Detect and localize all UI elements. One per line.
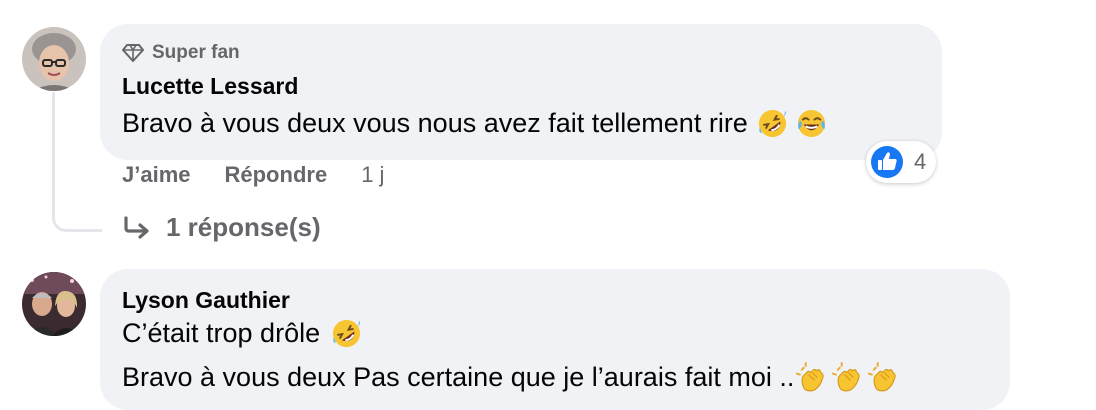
- thread-line-curve: [52, 196, 102, 232]
- comment-actions: J’aime Répondre 1 j: [122, 162, 384, 188]
- reaction-summary[interactable]: 4: [866, 141, 937, 183]
- comment-text-line: Bravo à vous deux vous nous avez fait te…: [122, 108, 748, 138]
- clapping-hands-emoji: [832, 362, 861, 392]
- reaction-count: 4: [914, 149, 927, 174]
- comment-text-line: C’était trop drôle: [122, 318, 321, 348]
- replies-label: 1 réponse(s): [166, 212, 321, 242]
- super-fan-badge: Super fan: [122, 40, 240, 66]
- like-button[interactable]: J’aime: [122, 162, 191, 188]
- badge-label: Super fan: [152, 42, 240, 63]
- comment-text: C’était trop drôle: [122, 318, 362, 349]
- reply-button[interactable]: Répondre: [225, 162, 328, 188]
- tears-of-joy-emoji: [797, 109, 825, 138]
- diamond-icon: [122, 44, 144, 62]
- comment-text: Bravo à vous deux Pas certaine que je l’…: [122, 362, 899, 393]
- rolling-on-floor-laughing-emoji: [758, 109, 786, 138]
- avatar-lyson-gauthier[interactable]: [22, 272, 86, 336]
- comment-author[interactable]: Lucette Lessard: [122, 73, 298, 100]
- comment-timestamp[interactable]: 1 j: [361, 162, 384, 188]
- view-replies-link[interactable]: 1 réponse(s): [122, 212, 321, 243]
- clapping-hands-emoji: [796, 362, 825, 392]
- thumbs-up-icon: [871, 146, 903, 178]
- comment-text: Bravo à vous deux vous nous avez fait te…: [122, 108, 827, 139]
- comment-text-line: Bravo à vous deux Pas certaine que je l’…: [122, 362, 795, 392]
- reply-arrow-icon: [124, 215, 149, 239]
- comment-author[interactable]: Lyson Gauthier: [122, 287, 290, 314]
- avatar-lucette-lessard[interactable]: [22, 27, 86, 91]
- rolling-on-floor-laughing-emoji: [333, 319, 361, 348]
- clapping-hands-emoji: [868, 362, 897, 392]
